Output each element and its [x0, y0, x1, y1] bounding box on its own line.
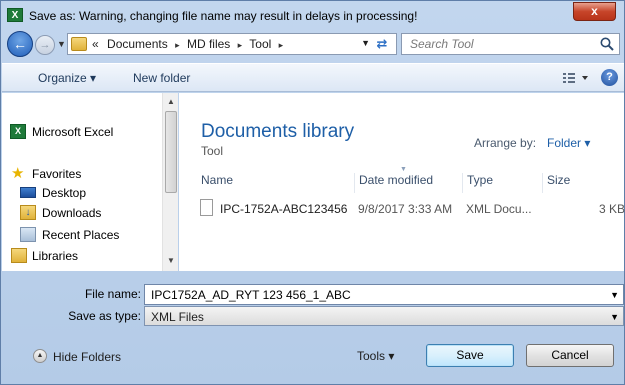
cancel-button[interactable]: Cancel — [526, 344, 614, 367]
sort-indicator-icon: ▼ — [400, 166, 407, 173]
command-bar: Organize ▾ New folder ? — [2, 63, 624, 92]
downloads-icon: ↓ — [20, 205, 36, 220]
library-subtitle: Tool — [201, 144, 224, 158]
sidebar-item-label: Libraries — [32, 249, 79, 263]
save-as-type-select[interactable]: XML Files ▼ — [144, 306, 624, 326]
recent-places-icon — [20, 227, 36, 242]
view-options-icon[interactable] — [562, 70, 592, 86]
sidebar-item-label: Recent Places — [42, 228, 120, 242]
address-dropdown-icon[interactable]: ▼ — [361, 38, 370, 48]
arrange-by-label: Arrange by: — [474, 136, 537, 150]
breadcrumb-documents[interactable]: Documents — [107, 37, 168, 51]
help-icon[interactable]: ? — [601, 69, 618, 86]
breadcrumb-tool[interactable]: Tool — [249, 37, 271, 51]
save-as-type-label: Save as type: — [68, 309, 141, 323]
forward-button[interactable]: → — [35, 35, 55, 55]
hide-folders-button[interactable]: ▲ Hide Folders — [33, 347, 133, 367]
history-dropdown-icon[interactable]: ▼ — [57, 39, 66, 49]
navigation-scrollbar[interactable]: ▲ ▼ — [162, 93, 178, 271]
arrange-by-dropdown[interactable]: Folder ▾ — [547, 136, 590, 150]
sidebar-item-label: Desktop — [42, 186, 87, 200]
library-title: Documents library — [201, 121, 355, 142]
file-date: 9/8/2017 3:33 AM — [358, 202, 453, 216]
column-header-size[interactable]: Size — [542, 173, 622, 193]
close-button[interactable]: x — [573, 2, 616, 21]
search-input[interactable] — [402, 34, 597, 54]
sidebar-item-label: Downloads — [42, 206, 102, 220]
excel-icon: X — [10, 124, 26, 139]
file-size: 3 KB — [599, 202, 625, 216]
save-as-type-value: XML Files — [151, 310, 204, 324]
star-icon: ★ — [11, 165, 25, 182]
table-row[interactable]: IPC-1752A-ABC123456 9/8/2017 3:33 AM XML… — [196, 199, 625, 219]
chevron-right-icon[interactable]: ▸ — [238, 40, 243, 50]
chevron-right-icon[interactable]: ▸ — [279, 40, 284, 50]
search-box[interactable] — [401, 33, 620, 55]
file-list-pane: Documents library Tool Arrange by: Folde… — [179, 93, 625, 271]
save-as-dialog: X Save as: Warning, changing file name m… — [0, 0, 625, 385]
excel-app-icon: X — [7, 8, 23, 22]
organize-button[interactable]: Organize ▾ — [38, 71, 96, 85]
file-name-combobox[interactable]: ▼ — [144, 284, 624, 305]
tools-menu-button[interactable]: Tools ▾ — [357, 349, 394, 363]
breadcrumb-md-files[interactable]: MD files — [187, 37, 230, 51]
scrollbar-thumb[interactable] — [165, 111, 177, 193]
libraries-icon — [11, 248, 27, 263]
address-bar[interactable]: « Documents ▸ MD files ▸ Tool ▸ ▼ ⇄ — [67, 33, 397, 55]
file-type: XML Docu... — [466, 202, 532, 216]
column-header-name[interactable]: Name — [197, 173, 354, 193]
file-name-input[interactable] — [145, 285, 605, 304]
navigation-pane: X Microsoft Excel ★ Favorites Desktop ↓ … — [2, 93, 178, 271]
chevron-right-icon[interactable]: ▸ — [175, 40, 180, 50]
back-button[interactable]: ← — [7, 31, 33, 57]
refresh-icon[interactable]: ⇄ — [372, 35, 392, 53]
scroll-up-icon[interactable]: ▲ — [167, 97, 175, 106]
desktop-icon — [20, 187, 36, 198]
chevron-up-icon: ▲ — [33, 349, 47, 363]
search-icon[interactable] — [599, 36, 615, 52]
sidebar-item-label: Microsoft Excel — [32, 125, 114, 139]
file-name: IPC-1752A-ABC123456 — [220, 202, 348, 216]
column-header-type[interactable]: Type — [462, 173, 542, 193]
title-bar: X Save as: Warning, changing file name m… — [1, 1, 624, 29]
sidebar-item-label: Favorites — [32, 167, 82, 181]
breadcrumb: « Documents ▸ MD files ▸ Tool ▸ — [92, 37, 287, 51]
chevron-down-icon[interactable]: ▼ — [610, 312, 619, 322]
file-name-label: File name: — [84, 287, 141, 301]
chevron-down-icon[interactable]: ▼ — [610, 290, 619, 300]
new-folder-button[interactable]: New folder — [133, 71, 190, 85]
breadcrumb-overflow[interactable]: « — [92, 37, 99, 51]
window-title: Save as: Warning, changing file name may… — [29, 9, 418, 23]
navigation-bar: ← → ▼ « Documents ▸ MD files ▸ Tool ▸ ▼ … — [1, 29, 624, 61]
column-header-date-modified[interactable]: Date modified — [354, 173, 462, 193]
hide-folders-label: Hide Folders — [53, 350, 122, 364]
scroll-down-icon[interactable]: ▼ — [167, 256, 175, 265]
folder-icon — [71, 37, 87, 51]
xml-file-icon — [200, 199, 213, 216]
save-button[interactable]: Save — [426, 344, 514, 367]
